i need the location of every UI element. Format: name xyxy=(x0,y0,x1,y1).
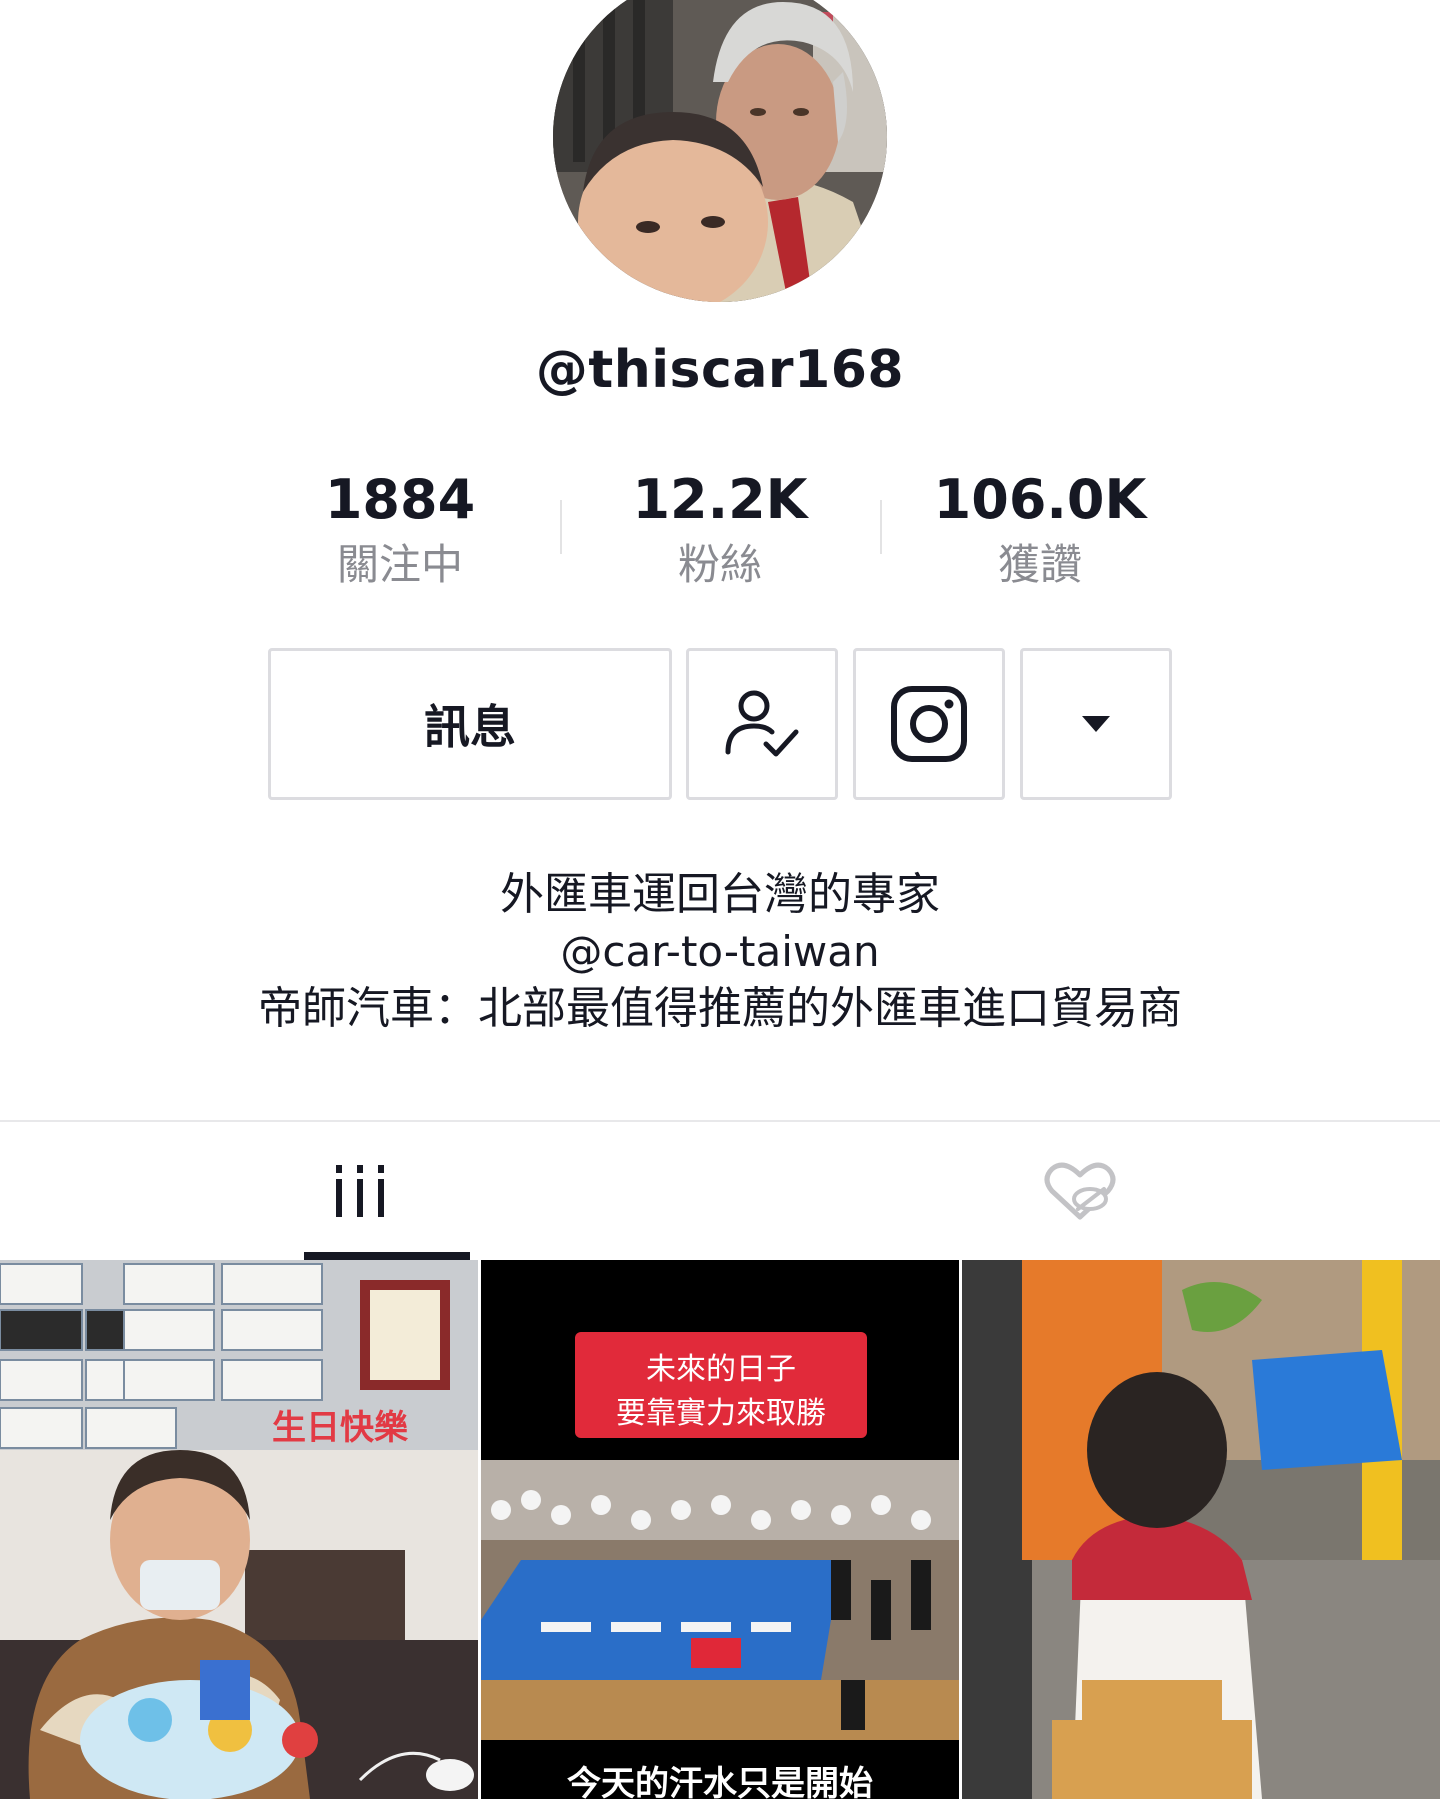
stat-label: 關注中 xyxy=(336,540,463,589)
video-banner: 未來的日子 要靠實力來取勝 xyxy=(575,1332,867,1438)
thumbnail-image xyxy=(962,1260,1440,1799)
stat-label: 粉絲 xyxy=(677,540,762,589)
video-caption: 生日快樂 xyxy=(272,1408,408,1448)
tab-active-indicator xyxy=(304,1252,470,1260)
banner-line: 未來的日子 xyxy=(646,1352,796,1387)
bio: 外匯車運回台灣的專家 @car-to-taiwan 帝師汽車：北部最值得推薦的外… xyxy=(0,866,1440,1038)
caret-down-icon xyxy=(1082,716,1110,732)
stat-value: 1884 xyxy=(324,468,476,531)
stat-value: 12.2K xyxy=(632,468,808,531)
thumbnail-image xyxy=(0,1260,478,1799)
bio-mention-link[interactable]: @car-to-taiwan xyxy=(0,924,1440,980)
stat-value: 106.0K xyxy=(933,468,1147,531)
user-check-icon xyxy=(725,690,799,757)
video-thumbnail[interactable] xyxy=(962,1260,1440,1799)
avatar[interactable] xyxy=(553,0,887,302)
video-thumbnail[interactable]: 未來的日子 要靠實力來取勝 今天的汗水只是開始 xyxy=(481,1260,959,1799)
tab-liked[interactable] xyxy=(720,1122,1440,1260)
username: @thiscar168 xyxy=(535,340,905,400)
following-button[interactable] xyxy=(686,648,838,800)
stat-likes[interactable]: 106.0K 獲讚 xyxy=(880,466,1200,594)
video-thumbnail[interactable]: 生日快樂 xyxy=(0,1260,478,1799)
instagram-button[interactable] xyxy=(853,648,1005,800)
profile-stats: 1884 關注中 12.2K 粉絲 106.0K 獲讚 xyxy=(240,466,1200,596)
stat-followers[interactable]: 12.2K 粉絲 xyxy=(560,466,880,594)
video-caption: 今天的汗水只是開始 xyxy=(567,1764,873,1799)
stat-label: 獲讚 xyxy=(997,540,1082,589)
instagram-icon xyxy=(891,686,967,762)
bio-line: 外匯車運回台灣的專家 xyxy=(500,869,940,920)
bio-line: 帝師汽車：北部最值得推薦的外匯車進口貿易商 xyxy=(258,983,1182,1034)
message-button[interactable]: 訊息 xyxy=(268,648,672,800)
tab-videos[interactable] xyxy=(0,1122,720,1260)
banner-line: 要靠實力來取勝 xyxy=(616,1396,826,1431)
more-options-button[interactable] xyxy=(1020,648,1172,800)
stat-following[interactable]: 1884 關注中 xyxy=(240,466,560,594)
video-grid: 生日快樂 未來的日子 要靠實力來取勝 今天的汗水只是開始 xyxy=(0,1260,1440,1799)
hidden-heart-icon xyxy=(1044,1162,1116,1220)
grid-bars-icon xyxy=(336,1165,384,1217)
